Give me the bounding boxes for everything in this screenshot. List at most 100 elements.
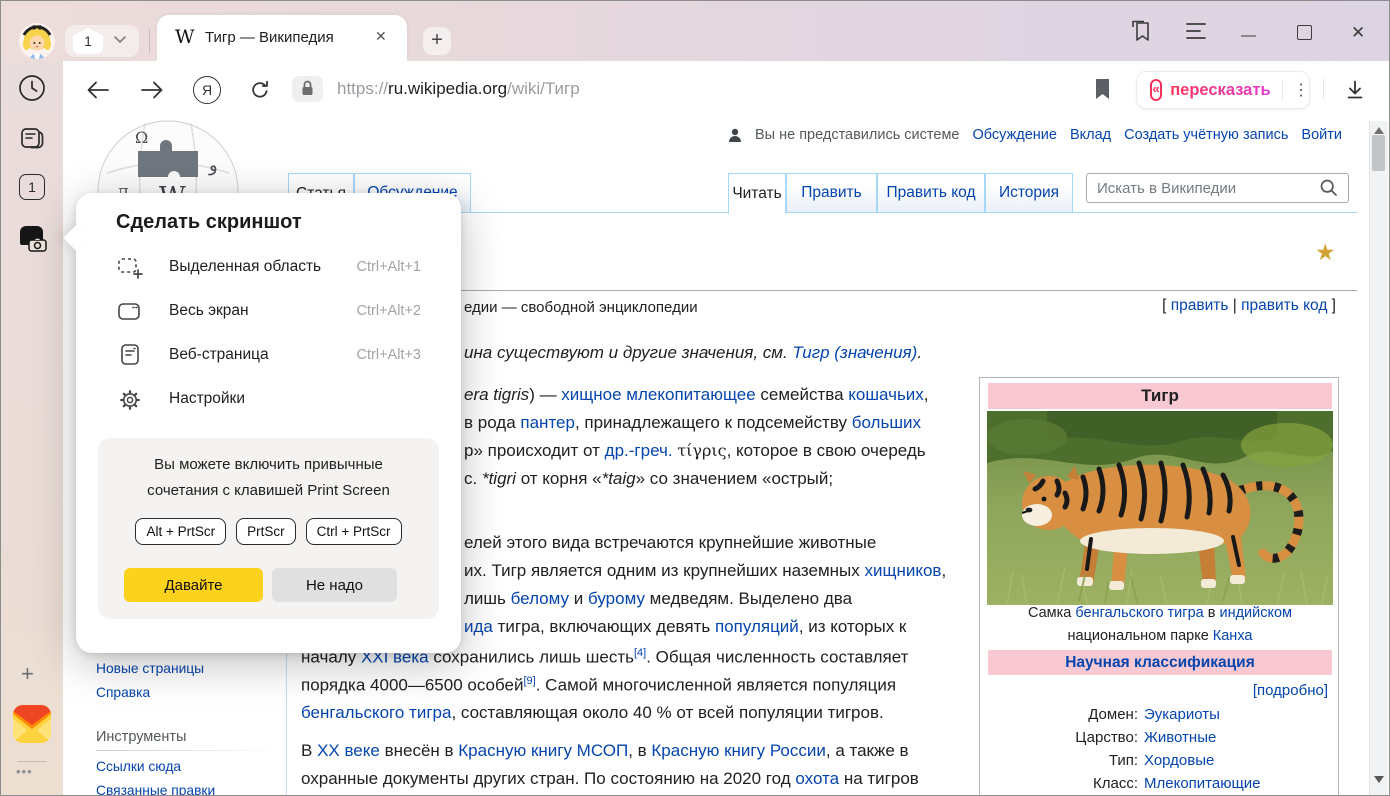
text-run: в <box>1204 605 1220 621</box>
decline-button[interactable]: Не надо <box>272 568 397 602</box>
article-text-line: елей этого вида встречаются крупнейшие ж… <box>464 533 876 553</box>
wiki-link[interactable]: хищное млекопитающее <box>561 385 755 404</box>
article-text-line: р» происходит от др.-греч. τίγρις, котор… <box>464 441 926 461</box>
taxobox-title: Тигр <box>988 383 1332 409</box>
article-text-line: В XX веке внесён в Красную книгу МСОП, в… <box>301 741 909 761</box>
scroll-up-icon[interactable] <box>1374 127 1384 134</box>
menu-item-full-screen[interactable]: Весь экран Ctrl+Alt+2 <box>76 290 461 334</box>
sidebar-link-related-changes[interactable]: Связанные правки <box>96 783 215 796</box>
text-run: с. <box>464 469 482 488</box>
text-run: на тигров <box>839 769 919 788</box>
menu-item-shortcut: Ctrl+Alt+1 <box>357 259 421 275</box>
tax-value-link[interactable]: Эукариоты <box>1144 703 1330 726</box>
menu-item-shortcut: Ctrl+Alt+3 <box>357 347 421 363</box>
wiki-link[interactable]: бурому <box>588 589 645 608</box>
tab-read[interactable]: Читать <box>728 173 786 214</box>
wiki-link[interactable]: др.-греч. <box>605 441 673 460</box>
wiki-link[interactable]: XX веке <box>317 741 380 760</box>
text-run: era tigris <box>464 385 529 404</box>
tax-row-phylum: Тип: Хордовые <box>990 749 1330 772</box>
menu-item-shortcut: Ctrl+Alt+2 <box>357 303 421 319</box>
text-run: *tigri <box>482 469 516 488</box>
wiki-link[interactable]: Красную книгу России <box>651 741 825 760</box>
tax-value-link[interactable]: Хордовые <box>1144 749 1330 772</box>
text-run: В <box>301 741 317 760</box>
text-run: , <box>941 561 946 580</box>
wiki-link[interactable]: популяций <box>715 617 799 636</box>
wiki-link[interactable]: кошачьих <box>848 385 924 404</box>
tax-row-domain: Домен: Эукариоты <box>990 703 1330 726</box>
menu-item-web-page[interactable]: Веб-страница Ctrl+Alt+3 <box>76 334 461 378</box>
wiki-link[interactable]: бенгальского тигра <box>1075 605 1203 621</box>
gear-icon <box>116 386 144 414</box>
wiki-link[interactable]: бенгальского тигра <box>301 703 451 722</box>
text-run: лишь <box>464 589 511 608</box>
classification-header[interactable]: Научная классификация <box>988 650 1332 675</box>
text-run: и <box>569 589 588 608</box>
text-run: , из которых к <box>799 617 907 636</box>
menu-item-settings[interactable]: Настройки <box>76 378 461 422</box>
tax-row-class: Класс: Млекопитающие <box>990 772 1330 795</box>
wiki-link[interactable]: больших <box>852 413 921 432</box>
chip-alt-prtscr: Alt + PrtScr <box>135 518 226 545</box>
text-run: тигра, включающих девять <box>493 617 715 636</box>
screenshot-popup: Сделать скриншот Выделенная область Ctrl… <box>76 193 461 653</box>
text-run: семейства <box>756 385 849 404</box>
screen-icon <box>116 298 144 326</box>
classification-link[interactable]: Научная классификация <box>1065 654 1255 671</box>
tax-value-link[interactable]: Млекопитающие <box>1144 772 1330 795</box>
article-text-line: era tigris) — хищное млекопитающее семей… <box>464 385 929 405</box>
article-text-line: их. Тигр является одним из крупнейших на… <box>464 561 946 581</box>
wiki-link[interactable]: Красную книгу МСОП <box>458 741 628 760</box>
details-label: [подробно] <box>1253 682 1328 699</box>
menu-item-label: Настройки <box>169 390 245 408</box>
webpage-icon <box>117 341 145 369</box>
text-run: медведям. Выделено два <box>645 589 852 608</box>
text-run: ) — <box>529 385 561 404</box>
hint-line1: Вы можете включить привычные <box>98 456 439 473</box>
wiki-link[interactable]: пантер <box>520 413 575 432</box>
tiger-image[interactable] <box>987 411 1333 605</box>
sidebar-link-new-pages[interactable]: Новые страницы <box>96 661 204 676</box>
text-run: , в <box>628 741 651 760</box>
menu-item-label: Веб-страница <box>169 346 269 364</box>
wiki-link[interactable]: хищников <box>864 561 941 580</box>
text-run: , составляющая около 40 % от всей популя… <box>451 703 883 722</box>
menu-item-selected-area[interactable]: Выделенная область Ctrl+Alt+1 <box>76 246 461 290</box>
text-run: . <box>917 343 922 362</box>
tax-label: Тип: <box>990 749 1138 772</box>
wiki-link[interactable]: охота <box>795 769 839 788</box>
chip-prtscr: PrtScr <box>236 518 296 545</box>
article-text-line: едии — свободной энциклопедии <box>464 297 698 317</box>
article-text-line: охранные документы других стран. По сост… <box>301 769 919 789</box>
chip-ctrl-prtscr: Ctrl + PrtScr <box>306 518 402 545</box>
wiki-link[interactable]: Тигр (значения) <box>792 343 917 362</box>
text-run: τίγρις <box>677 441 726 460</box>
browser-window: 1 W Тигр — Википедия ✕ + — ✕ 1 <box>0 0 1390 796</box>
wiki-link[interactable]: Канха <box>1213 628 1253 644</box>
scrollbar-thumb[interactable] <box>1372 135 1385 171</box>
text-run: их. Тигр является одним из крупнейших на… <box>464 561 864 580</box>
details-link[interactable]: [подробно] <box>1253 682 1328 699</box>
scroll-down-icon[interactable] <box>1374 776 1384 783</box>
region-select-icon <box>116 254 144 282</box>
image-caption-line2: национальном парке Канха <box>980 628 1340 644</box>
sidebar-link-whatlinkshere[interactable]: Ссылки сюда <box>96 759 181 774</box>
article-text-line: ида тигра, включающих девять популяций, … <box>464 617 906 637</box>
sidebar-link-help[interactable]: Справка <box>96 685 150 700</box>
text-run: [9] <box>524 675 536 687</box>
tax-value-link[interactable]: Животные <box>1144 726 1330 749</box>
page-scrollbar[interactable] <box>1369 121 1388 796</box>
wiki-link[interactable]: ида <box>464 617 493 636</box>
text-run: от корня « <box>516 469 602 488</box>
accept-button[interactable]: Давайте <box>124 568 263 602</box>
text-run: внесён в <box>380 741 458 760</box>
popup-title: Сделать скриншот <box>116 211 302 234</box>
text-run: Самка <box>1028 605 1075 621</box>
wiki-link[interactable]: индийском <box>1219 605 1292 621</box>
wiki-link[interactable]: белому <box>511 589 569 608</box>
text-run: . Общая численность составляет <box>646 648 908 667</box>
article-text-line: лишь белому и бурому медведям. Выделено … <box>464 589 852 609</box>
text-run: , <box>924 385 929 404</box>
text-run: [4] <box>634 647 646 659</box>
